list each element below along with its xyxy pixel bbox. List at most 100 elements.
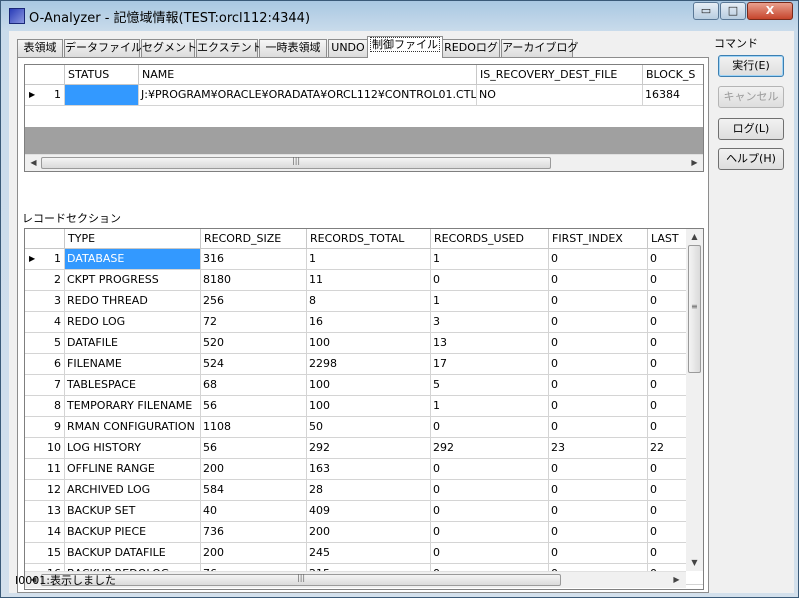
grid-cell[interactable]: 56 — [201, 438, 307, 459]
log-button[interactable]: ログ(L) — [718, 118, 784, 140]
grid-cell[interactable]: CKPT PROGRESS — [65, 270, 201, 291]
grid-cell[interactable]: 1 — [431, 249, 549, 270]
column-header[interactable]: RECORD_SIZE — [201, 229, 307, 248]
grid-cell[interactable]: 16 — [307, 312, 431, 333]
grid-cell[interactable]: 72 — [201, 312, 307, 333]
row-header[interactable]: 12 — [25, 480, 65, 501]
tab-6[interactable]: 制御ファイル — [367, 36, 443, 58]
record-section-grid[interactable]: TYPE RECORD_SIZE RECORDS_TOTAL RECORDS_USED… — [24, 228, 704, 590]
tab-7[interactable]: REDOログ — [442, 39, 500, 57]
grid-cell[interactable]: 0 — [549, 522, 648, 543]
grid-cell[interactable]: 0 — [549, 375, 648, 396]
grid-cell[interactable]: 0 — [549, 501, 648, 522]
grid-cell[interactable]: 0 — [431, 543, 549, 564]
grid-cell[interactable]: 0 — [549, 480, 648, 501]
tab-1[interactable]: データファイル — [64, 39, 142, 57]
row-header[interactable]: 9 — [25, 417, 65, 438]
row-header[interactable]: 8 — [25, 396, 65, 417]
record-row[interactable]: 10 LOG HISTORY 56 292 292 23 22 — [25, 438, 703, 459]
row-header[interactable]: 15 — [25, 543, 65, 564]
record-section-vscroll[interactable]: ▲ ≡ ▼ — [686, 229, 703, 571]
record-row[interactable]: 7 TABLESPACE 68 100 5 0 0 — [25, 375, 703, 396]
control-file-grid[interactable]: STATUS NAME IS_RECOVERY_DEST_FILE BLOCK_S ▶… — [24, 64, 704, 172]
record-row[interactable]: 13 BACKUP SET 40 409 0 0 0 — [25, 501, 703, 522]
grid-cell[interactable]: 245 — [307, 543, 431, 564]
grid-cell[interactable]: BACKUP PIECE — [65, 522, 201, 543]
grid-cell[interactable]: 3 — [431, 312, 549, 333]
vscroll-thumb[interactable]: ≡ — [688, 245, 701, 373]
grid-cell[interactable]: 68 — [201, 375, 307, 396]
control-file-hscroll[interactable]: ◀ ||| ▶ — [25, 154, 703, 171]
grid-cell[interactable]: 0 — [549, 396, 648, 417]
row-header[interactable]: 14 — [25, 522, 65, 543]
grid-cell[interactable]: 316 — [201, 249, 307, 270]
record-row[interactable]: 5 DATAFILE 520 100 13 0 0 — [25, 333, 703, 354]
grid-cell[interactable]: 0 — [549, 459, 648, 480]
record-row[interactable]: 9 RMAN CONFIGURATION 1108 50 0 0 0 — [25, 417, 703, 438]
record-row[interactable]: 2 CKPT PROGRESS 8180 11 0 0 0 — [25, 270, 703, 291]
hscroll-thumb[interactable]: ||| — [41, 156, 551, 169]
cancel-button[interactable]: キャンセル — [718, 86, 784, 108]
grid-cell[interactable]: 100 — [307, 375, 431, 396]
record-row[interactable]: 4 REDO LOG 72 16 3 0 0 — [25, 312, 703, 333]
grid-cell[interactable]: 8180 — [201, 270, 307, 291]
grid-cell[interactable]: 200 — [201, 543, 307, 564]
grid-cell[interactable]: 0 — [431, 417, 549, 438]
row-header[interactable]: ▶ 1 — [25, 85, 65, 106]
grid-cell[interactable]: DATABASE — [65, 249, 201, 270]
record-row[interactable]: 15 BACKUP DATAFILE 200 245 0 0 0 — [25, 543, 703, 564]
tab-0[interactable]: 表領域 — [17, 39, 63, 57]
grid-cell[interactable]: 1 — [431, 291, 549, 312]
grid-cell[interactable]: 0 — [431, 480, 549, 501]
grid-cell[interactable]: 40 — [201, 501, 307, 522]
grid-cell[interactable]: 100 — [307, 333, 431, 354]
grid-cell[interactable]: 0 — [549, 312, 648, 333]
row-header[interactable]: 5 — [25, 333, 65, 354]
scroll-right-icon[interactable]: ▶ — [687, 155, 702, 170]
column-header[interactable]: FIRST_INDEX — [549, 229, 648, 248]
row-header[interactable]: 7 — [25, 375, 65, 396]
column-header[interactable]: STATUS — [65, 65, 139, 84]
grid-cell[interactable]: REDO THREAD — [65, 291, 201, 312]
grid-cell[interactable]: 0 — [431, 270, 549, 291]
grid-cell[interactable]: 0 — [549, 543, 648, 564]
record-row[interactable]: 11 OFFLINE RANGE 200 163 0 0 0 — [25, 459, 703, 480]
grid-cell[interactable]: 5 — [431, 375, 549, 396]
grid-cell[interactable]: 8 — [307, 291, 431, 312]
record-row[interactable]: ▶ 1 DATABASE 316 1 1 0 0 — [25, 249, 703, 270]
grid-cell[interactable]: 1 — [431, 396, 549, 417]
row-header[interactable]: 10 — [25, 438, 65, 459]
tab-3[interactable]: エクステント — [196, 39, 263, 57]
grid-cell[interactable]: 524 — [201, 354, 307, 375]
column-header[interactable]: NAME — [139, 65, 477, 84]
grid-cell[interactable]: 409 — [307, 501, 431, 522]
grid-cell[interactable]: 200 — [307, 522, 431, 543]
grid-cell[interactable]: 0 — [431, 501, 549, 522]
grid-cell[interactable]: 23 — [549, 438, 648, 459]
row-header[interactable]: 4 — [25, 312, 65, 333]
scroll-down-icon[interactable]: ▼ — [687, 555, 702, 570]
execute-button[interactable]: 実行(E) — [718, 55, 784, 77]
record-row[interactable]: 8 TEMPORARY FILENAME 56 100 1 0 0 — [25, 396, 703, 417]
grid-cell[interactable]: 16384 — [643, 85, 703, 106]
column-header[interactable]: RECORDS_TOTAL — [307, 229, 431, 248]
row-header[interactable]: 13 — [25, 501, 65, 522]
grid-cell[interactable]: 28 — [307, 480, 431, 501]
grid-cell[interactable]: REDO LOG — [65, 312, 201, 333]
grid-cell[interactable]: 0 — [549, 417, 648, 438]
grid-cell[interactable]: 2298 — [307, 354, 431, 375]
grid-cell[interactable]: OFFLINE RANGE — [65, 459, 201, 480]
record-row[interactable]: 3 REDO THREAD 256 8 1 0 0 — [25, 291, 703, 312]
control-file-row[interactable]: ▶ 1 J:¥PROGRAM¥ORACLE¥ORADATA¥ORCL112¥CONT… — [25, 85, 703, 106]
grid-cell[interactable]: DATAFILE — [65, 333, 201, 354]
grid-cell[interactable]: 0 — [549, 249, 648, 270]
grid-cell[interactable]: 0 — [549, 270, 648, 291]
tab-2[interactable]: セグメント — [141, 39, 197, 57]
grid-cell[interactable]: 13 — [431, 333, 549, 354]
grid-cell[interactable]: 1108 — [201, 417, 307, 438]
grid-cell[interactable]: BACKUP SET — [65, 501, 201, 522]
tab-5[interactable]: UNDO — [328, 39, 368, 57]
grid-cell[interactable]: 292 — [307, 438, 431, 459]
grid-cell[interactable]: 200 — [201, 459, 307, 480]
row-header[interactable]: 3 — [25, 291, 65, 312]
